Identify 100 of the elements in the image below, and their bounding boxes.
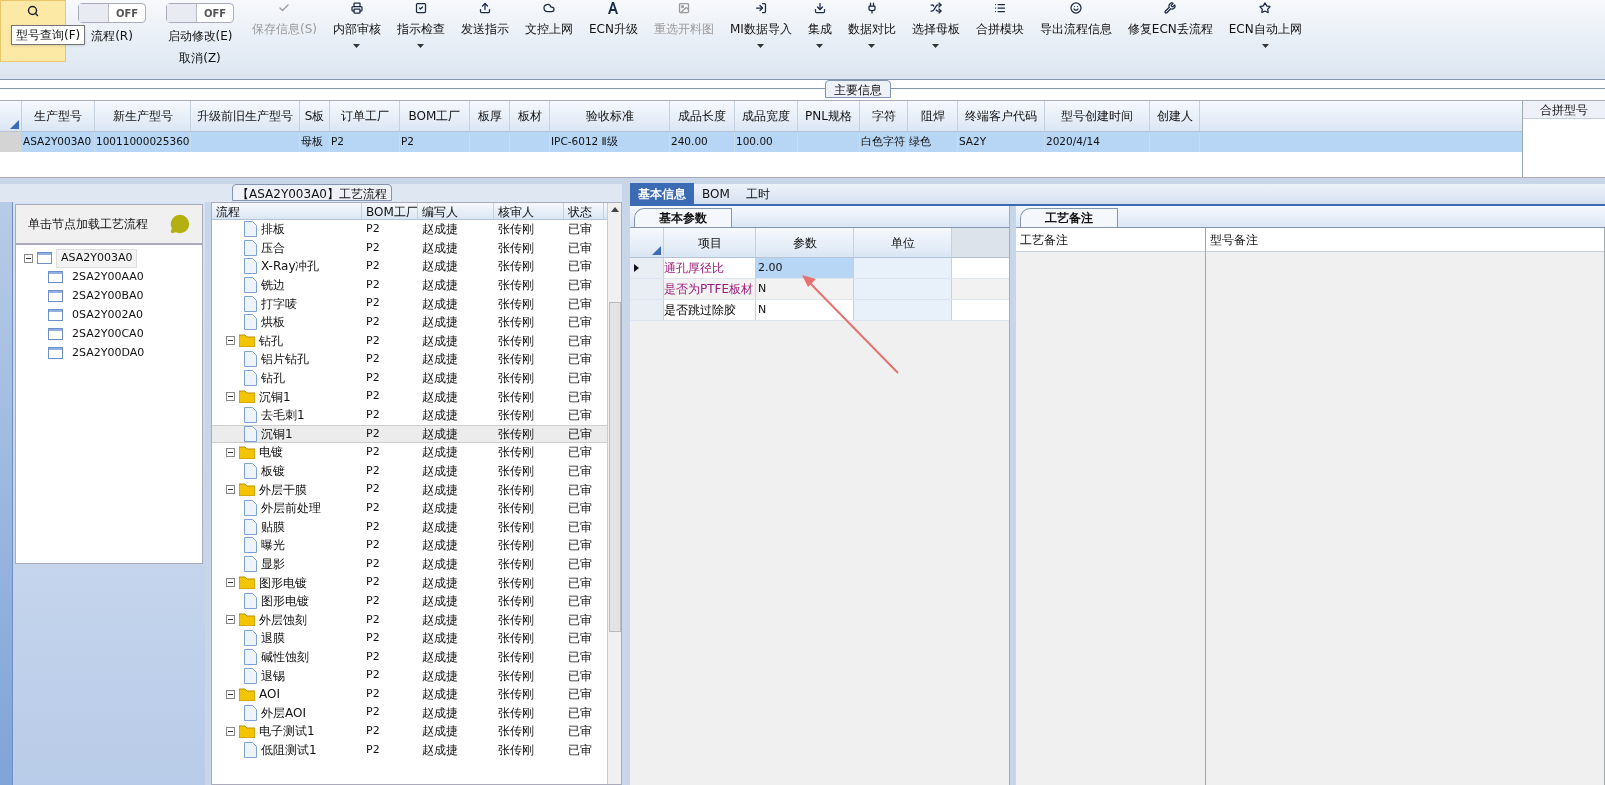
process-row[interactable]: AOI P2 赵成捷 张传刚 已审 (212, 684, 607, 704)
collapse-icon[interactable] (24, 253, 33, 263)
process-row[interactable]: 外层干膜 P2 赵成捷 张传刚 已审 (212, 480, 607, 499)
process-row[interactable]: 图形电镀 P2 赵成捷 张传刚 已审 (212, 591, 607, 611)
process-row[interactable]: 压合 P2 赵成捷 张传刚 已审 (212, 238, 607, 258)
process-name: 外层干膜 (259, 481, 307, 499)
toggle-switch[interactable]: OFF (166, 3, 234, 23)
column-header[interactable]: BOM工厂 (362, 203, 418, 219)
toolbar-button[interactable]: 修复ECN丢流程 (1121, 0, 1219, 62)
document-icon (244, 667, 257, 684)
tree-item[interactable]: 0SA2Y002A0 (67, 305, 148, 325)
toolbar-button[interactable]: 内部审核 (327, 0, 387, 62)
collapse-icon[interactable] (226, 392, 235, 402)
column-header[interactable]: 成品宽度 (735, 101, 798, 131)
collapse-icon[interactable] (226, 578, 235, 588)
toolbar-button[interactable]: 选择母板 (905, 0, 966, 62)
column-header[interactable]: 阻焊 (908, 101, 958, 131)
column-header[interactable]: 成品长度 (670, 101, 735, 131)
process-row[interactable]: 打字唛 P2 赵成捷 张传刚 已审 (212, 294, 607, 313)
collapse-icon[interactable] (226, 615, 235, 625)
process-row[interactable]: 碱性蚀刻 P2 赵成捷 张传刚 已审 (212, 647, 607, 667)
table-row[interactable]: 是否跳过除胶 N (630, 300, 1009, 321)
column-header[interactable]: 板厚 (470, 101, 510, 131)
tree-item[interactable]: 2SA2Y00AA0 (67, 267, 149, 287)
process-row[interactable]: 低阻测试1 P2 赵成捷 张传刚 已审 (212, 740, 607, 760)
wrench-icon (1164, 2, 1177, 14)
column-header[interactable]: 订单工厂 (330, 101, 400, 131)
process-row[interactable]: 沉铜1 P2 赵成捷 张传刚 已审 (212, 387, 607, 406)
collapse-icon[interactable] (226, 726, 235, 736)
collapse-icon[interactable] (226, 689, 235, 699)
toolbar-button[interactable]: 集成 (801, 0, 838, 62)
column-header[interactable]: 项目 (664, 228, 756, 257)
tree-item[interactable]: 2SA2Y00DA0 (67, 343, 150, 363)
process-row[interactable]: 铣边 P2 赵成捷 张传刚 已审 (212, 275, 607, 295)
panel-tab[interactable]: 工艺备注 (1020, 208, 1118, 227)
table-row[interactable]: 是否为PTFE板材 N (630, 279, 1009, 300)
column-header[interactable]: S板 (300, 101, 330, 131)
process-row[interactable]: 铝片钻孔 P2 赵成捷 张传刚 已审 (212, 350, 607, 369)
tab[interactable]: BOM (694, 183, 738, 204)
table-cell-text: 已审 (567, 295, 593, 313)
process-row[interactable]: 钻孔 P2 赵成捷 张传刚 已审 (212, 331, 607, 351)
process-row[interactable]: 电镀 P2 赵成捷 张传刚 已审 (212, 443, 607, 462)
process-row[interactable]: 退锡 P2 赵成捷 张传刚 已审 (212, 666, 607, 685)
column-header[interactable]: 板材 (510, 101, 550, 131)
collapse-icon[interactable] (226, 485, 235, 495)
panel-tab[interactable]: 基本参数 (634, 208, 732, 227)
column-header[interactable]: 流程 (212, 203, 362, 219)
toolbar-button[interactable]: 发送指示 (455, 0, 515, 62)
column-header[interactable]: 参数 (756, 228, 854, 257)
process-row[interactable]: 烘板 P2 赵成捷 张传刚 已审 (212, 312, 607, 332)
tree-item[interactable]: ASA2Y003A0 (56, 249, 138, 268)
column-header[interactable]: 生产型号 (22, 101, 95, 131)
process-row[interactable]: 外层AOI P2 赵成捷 张传刚 已审 (212, 703, 607, 723)
tree-item[interactable]: 2SA2Y00CA0 (67, 324, 149, 344)
collapse-icon[interactable] (226, 336, 235, 346)
toolbar-button[interactable]: ECN升级 (583, 0, 644, 62)
collapse-icon[interactable] (226, 447, 235, 457)
tab[interactable]: 工时 (737, 183, 778, 204)
scrollbar[interactable] (607, 203, 621, 784)
column-header[interactable]: PNL规格 (798, 101, 860, 131)
column-header[interactable]: 型号创建时间 (1045, 101, 1150, 131)
process-row[interactable]: 钻孔 P2 赵成捷 张传刚 已审 (212, 368, 607, 388)
toolbar-button[interactable]: 数据对比 (841, 0, 902, 62)
column-header[interactable]: 新生产型号 (95, 101, 191, 131)
toolbar-button[interactable]: 合拼模块 (969, 0, 1030, 62)
toolbar-button[interactable]: 导出流程信息 (1033, 0, 1118, 62)
process-row[interactable]: 板镀 P2 赵成捷 张传刚 已审 (212, 461, 607, 481)
process-row[interactable]: 排板 P2 赵成捷 张传刚 已审 (212, 220, 607, 239)
tree-item[interactable]: 2SA2Y00BA0 (67, 286, 149, 306)
process-row[interactable]: 贴膜 P2 赵成捷 张传刚 已审 (212, 517, 607, 537)
column-header[interactable]: BOM工厂 (400, 101, 470, 131)
process-row[interactable]: 外层蚀刻 P2 赵成捷 张传刚 已审 (212, 610, 607, 630)
tab[interactable]: 基本信息 (630, 183, 694, 204)
column-header[interactable]: 合拼型号 (1523, 101, 1605, 119)
column-header[interactable]: 升级前旧生产型号 (191, 101, 300, 131)
process-row[interactable]: X-Ray冲孔 P2 赵成捷 张传刚 已审 (212, 257, 607, 276)
column-header[interactable]: 创建人 (1150, 101, 1200, 131)
process-row[interactable]: 电子测试1 P2 赵成捷 张传刚 已审 (212, 722, 607, 741)
toolbar-button[interactable]: 指示检查 (391, 0, 451, 62)
column-header[interactable]: 终端客户代码 (958, 101, 1045, 131)
toolbar-button[interactable]: 文控上网 (519, 0, 579, 62)
scroll-up-icon[interactable] (610, 207, 619, 212)
process-row[interactable]: 外层前处理 P2 赵成捷 张传刚 已审 (212, 498, 607, 518)
toggle-switch[interactable]: OFF (78, 3, 146, 23)
process-row[interactable]: 图形电镀 P2 赵成捷 张传刚 已审 (212, 573, 607, 592)
table-row[interactable]: 通孔厚径比 2.00 (630, 258, 1009, 279)
process-row[interactable]: 退膜 P2 赵成捷 张传刚 已审 (212, 629, 607, 648)
column-header[interactable]: 验收标准 (550, 101, 670, 131)
column-header[interactable]: 编写人 (418, 203, 494, 219)
table-row[interactable]: ASA2Y003A0 10011000025360 母板 P2 P2 IPC-6012 Ⅱ级 240.00 100.00 白色字符 绿色 SA2Y 2020/4/14 (0, 132, 1522, 152)
toolbar-button[interactable]: ECN自动上网 (1222, 0, 1308, 62)
process-row[interactable]: 显影 P2 赵成捷 张传刚 已审 (212, 554, 607, 574)
table-cell-text: P2 (365, 574, 381, 591)
process-row[interactable]: 曝光 P2 赵成捷 张传刚 已审 (212, 536, 607, 555)
column-header[interactable]: 状态 (564, 203, 604, 219)
toolbar-button[interactable]: MI数据导入 (723, 0, 798, 62)
column-header[interactable]: 核审人 (494, 203, 564, 219)
column-header[interactable]: 字符 (860, 101, 908, 131)
process-row[interactable]: 去毛刺1 P2 赵成捷 张传刚 已审 (212, 405, 607, 425)
process-row[interactable]: 沉铜1 P2 赵成捷 张传刚 已审 (212, 424, 607, 444)
